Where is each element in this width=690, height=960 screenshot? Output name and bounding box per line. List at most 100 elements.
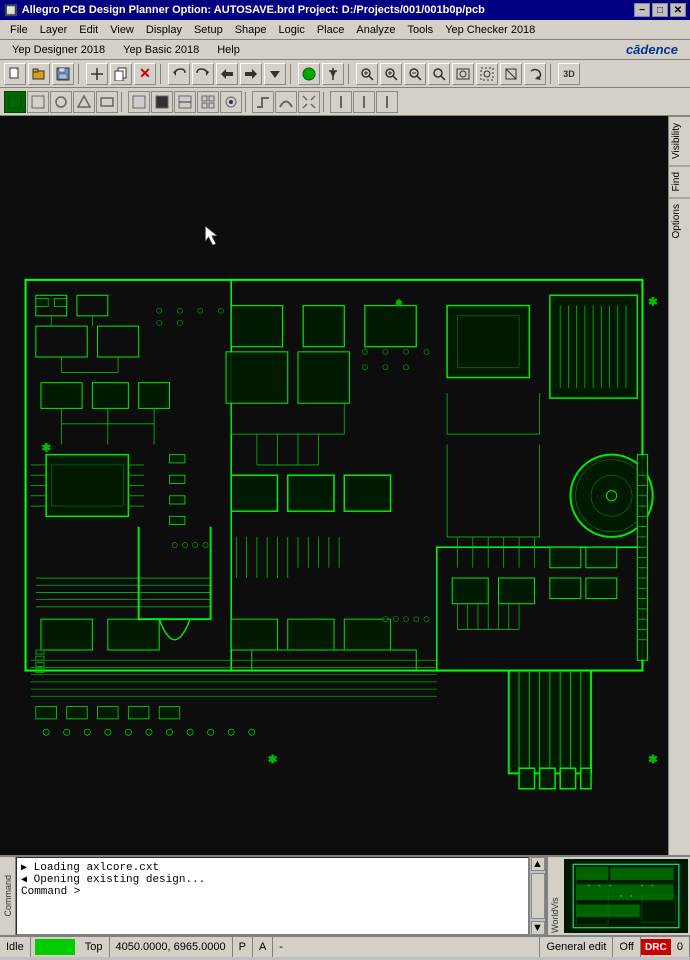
find-button[interactable]: Find: [669, 165, 690, 197]
tb-refresh[interactable]: [524, 63, 546, 85]
tb-zoom-in[interactable]: [380, 63, 402, 85]
menu-file[interactable]: File: [4, 22, 34, 38]
menu-display[interactable]: Display: [140, 22, 188, 38]
right-panel: Visibility Find Options: [668, 116, 690, 855]
tb2-shape2[interactable]: [151, 91, 173, 113]
tb-pin[interactable]: [322, 63, 344, 85]
tb2-rect-select[interactable]: [96, 91, 118, 113]
tb-zoom-prev[interactable]: [428, 63, 450, 85]
tb2-shape1[interactable]: [128, 91, 150, 113]
console-left-panel: Command: [0, 857, 16, 935]
tb-3d[interactable]: 3D: [558, 63, 580, 85]
options-button[interactable]: Options: [669, 197, 690, 244]
visibility-button[interactable]: Visibility: [669, 116, 690, 165]
tb-zoom-selection[interactable]: [476, 63, 498, 85]
tb-delete[interactable]: ✕: [134, 63, 156, 85]
tb-down[interactable]: [264, 63, 286, 85]
console-line-1-text: Loading axlcore.cxt: [34, 862, 159, 874]
status-mode: General edit: [540, 937, 613, 957]
console-line-3: Command >: [21, 886, 524, 898]
status-a: A: [253, 937, 273, 957]
console-label: Command: [3, 875, 13, 917]
tb-ratsnest[interactable]: [298, 63, 320, 85]
tb2-route[interactable]: [252, 91, 274, 113]
toolbar-1: ✕ 3D: [0, 60, 690, 88]
console-line-1: ▶ Loading axlcore.cxt: [21, 862, 524, 874]
console-line-2: ◀ Opening existing design...: [21, 874, 524, 886]
tb2-arc[interactable]: [275, 91, 297, 113]
tb2-via[interactable]: [220, 91, 242, 113]
tb2-select[interactable]: [4, 91, 26, 113]
tb2-shape4[interactable]: [197, 91, 219, 113]
menu-tools[interactable]: Tools: [402, 22, 440, 38]
tb-undo[interactable]: [168, 63, 190, 85]
app-icon: 🔲: [4, 4, 18, 17]
menu-logic[interactable]: Logic: [273, 22, 311, 38]
svg-text:✱: ✱: [649, 294, 658, 310]
tb-redo[interactable]: [192, 63, 214, 85]
status-count: 0: [671, 937, 690, 957]
menu-edit[interactable]: Edit: [73, 22, 104, 38]
tb-forward[interactable]: [240, 63, 262, 85]
tb2-expand[interactable]: [298, 91, 320, 113]
console-area: Command ▶ Loading axlcore.cxt ◀ Opening …: [0, 855, 690, 935]
status-p[interactable]: P: [233, 937, 253, 957]
tb-back[interactable]: [216, 63, 238, 85]
status-layer[interactable]: Top: [79, 937, 110, 957]
svg-text:✱: ✱: [42, 440, 51, 456]
tb2-line3[interactable]: [376, 91, 398, 113]
menu-place[interactable]: Place: [311, 22, 351, 38]
toolbar-2: [0, 88, 690, 116]
console-output: ▶ Loading axlcore.cxt ◀ Opening existing…: [16, 857, 529, 935]
tb-cross[interactable]: [86, 63, 108, 85]
worldvis-panel: WorldVis: [545, 857, 690, 935]
svg-text:✱: ✱: [396, 297, 403, 309]
maximize-button[interactable]: □: [652, 3, 668, 17]
tb2-line2[interactable]: [353, 91, 375, 113]
tb-zoom-world[interactable]: [452, 63, 474, 85]
console-line-3-text: Command >: [21, 886, 80, 898]
menu-bar-1: File Layer Edit View Display Setup Shape…: [0, 20, 690, 40]
console-scrollbar[interactable]: ▲ ▼: [529, 857, 545, 935]
status-bar: Idle Top 4050.0000, 6965.0000 P A - Gene…: [0, 935, 690, 957]
cadence-logo: cādence: [618, 40, 686, 59]
tb-zoom-area[interactable]: [500, 63, 522, 85]
menu-layer[interactable]: Layer: [34, 22, 74, 38]
menu-bar-2: Yep Designer 2018 Yep Basic 2018 Help cā…: [0, 40, 690, 60]
tb2-unselect[interactable]: [27, 91, 49, 113]
tb2-circle[interactable]: [50, 91, 72, 113]
menu-yep-checker[interactable]: Yep Checker 2018: [439, 22, 541, 38]
tb-copy[interactable]: [110, 63, 132, 85]
menu-setup[interactable]: Setup: [188, 22, 229, 38]
tb-new[interactable]: [4, 63, 26, 85]
pcb-canvas[interactable]: ✱ ✱ ✱ ✱ ✱: [0, 116, 668, 855]
minimap: [564, 859, 688, 933]
status-off: Off: [613, 937, 640, 957]
tb-open[interactable]: [28, 63, 50, 85]
menu-shape[interactable]: Shape: [229, 22, 273, 38]
menu-view[interactable]: View: [104, 22, 140, 38]
tb-zoom-out[interactable]: [404, 63, 426, 85]
menu-help[interactable]: Help: [209, 42, 248, 58]
status-drc: DRC: [641, 939, 671, 955]
tb-zoom-fit[interactable]: [356, 63, 378, 85]
tb2-triangle[interactable]: [73, 91, 95, 113]
status-idle: Idle: [0, 937, 31, 957]
console-line-2-text: Opening existing design...: [34, 874, 206, 886]
tb-save[interactable]: [52, 63, 74, 85]
main-area: ✱ ✱ ✱ ✱ ✱: [0, 116, 690, 855]
close-button[interactable]: ✕: [670, 3, 686, 17]
pcb-svg: ✱ ✱ ✱ ✱ ✱: [5, 121, 663, 850]
svg-text:✱: ✱: [649, 751, 658, 767]
menu-yep-designer[interactable]: Yep Designer 2018: [4, 42, 113, 58]
status-green-indicator: [35, 939, 75, 955]
tb2-shape3[interactable]: [174, 91, 196, 113]
tb2-line1[interactable]: [330, 91, 352, 113]
worldvis-label: WorldVis: [547, 857, 562, 935]
svg-text:✱: ✱: [268, 751, 277, 767]
minimize-button[interactable]: −: [634, 3, 650, 17]
menu-analyze[interactable]: Analyze: [350, 22, 401, 38]
title-bar: 🔲 Allegro PCB Design Planner Option: AUT…: [0, 0, 690, 20]
menu-yep-basic[interactable]: Yep Basic 2018: [115, 42, 207, 58]
status-dash: -: [273, 937, 540, 957]
